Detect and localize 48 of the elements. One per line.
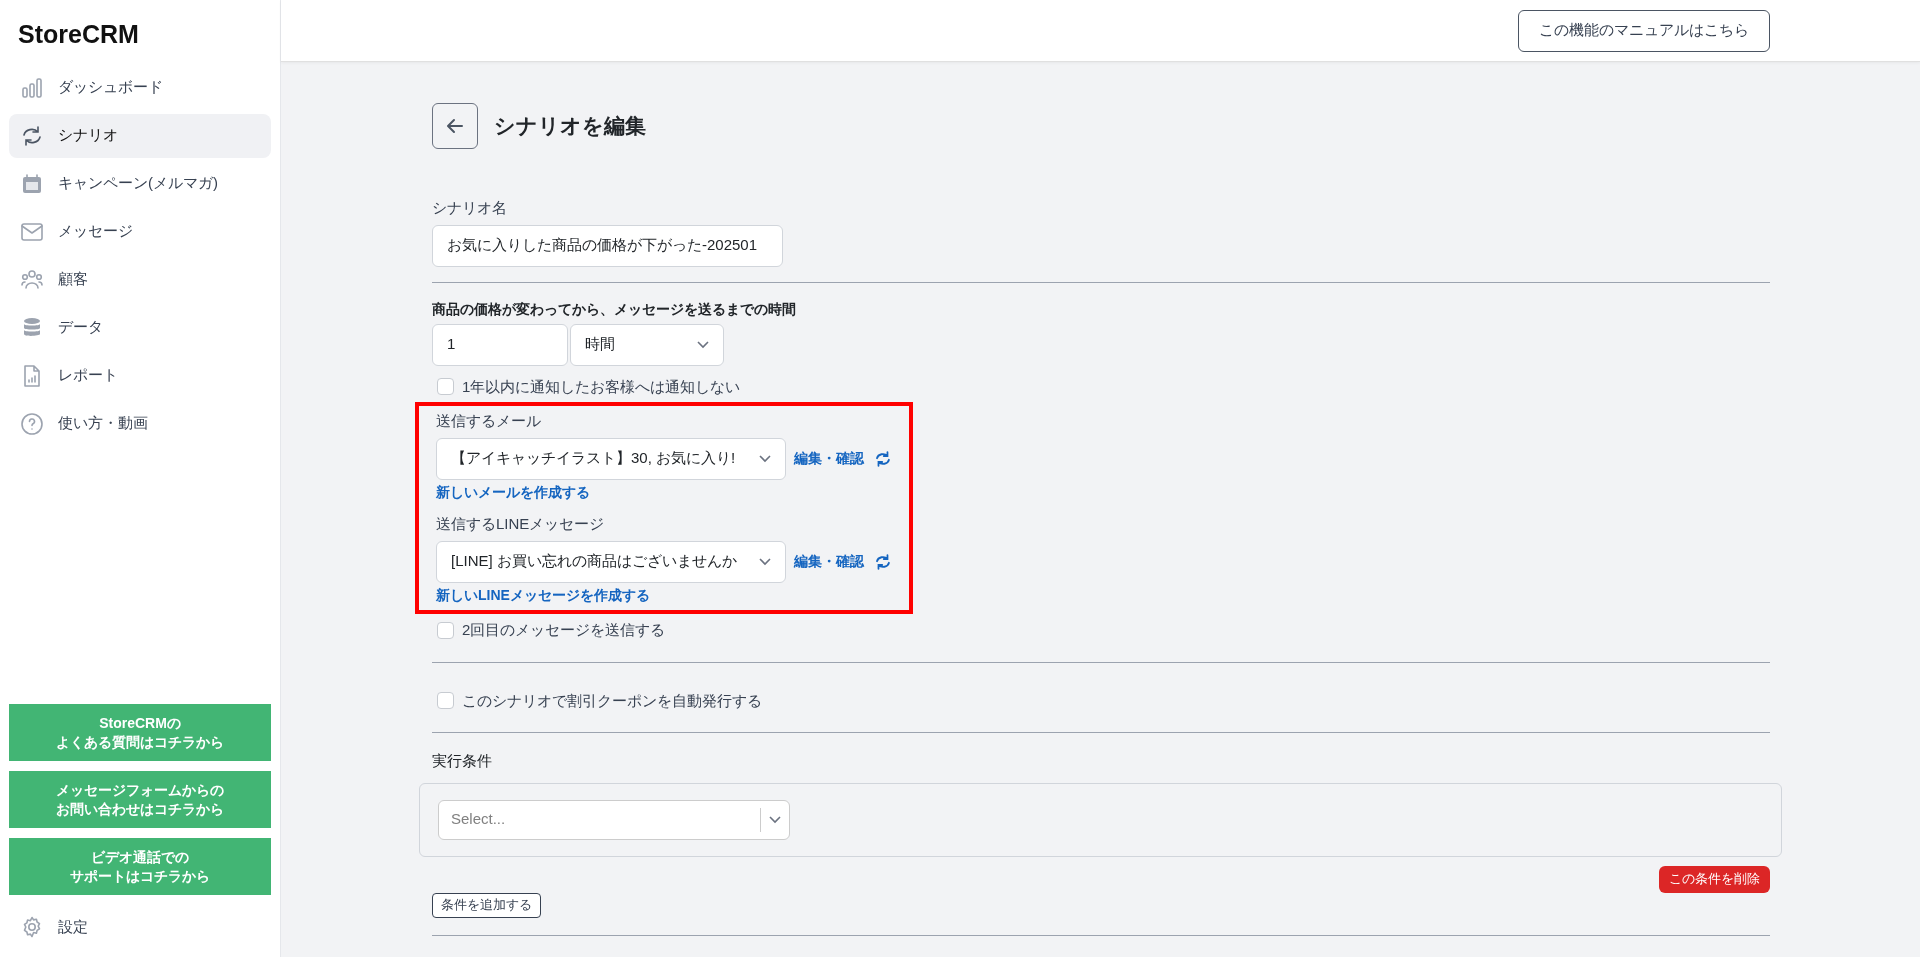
back-arrow-icon — [445, 116, 465, 136]
nav-item[interactable]: キャンペーン(メルマガ) — [9, 161, 271, 206]
page-title: シナリオを編集 — [494, 113, 646, 139]
manual-button[interactable]: この機能のマニュアルはこちら — [1518, 9, 1770, 52]
scenario-name-field[interactable]: お気に入りした商品の価格が下がった-202501 — [432, 224, 783, 267]
field-label: 送信するLINEメッセージ — [436, 514, 606, 534]
create-link[interactable]: 新しいメールを作成する — [436, 481, 590, 503]
nav-item[interactable]: シナリオ — [9, 113, 271, 158]
checkbox-label: このシナリオで割引クーポンを自動発行する — [462, 690, 762, 711]
checkbox[interactable] — [437, 692, 454, 710]
bar-chart-icon — [20, 75, 44, 100]
help-icon — [20, 411, 44, 436]
nav-item[interactable]: 使い方・動画 — [9, 401, 271, 446]
edit-link[interactable]: 編集・確認 — [794, 448, 865, 469]
section-label: 実行条件 — [432, 751, 493, 771]
back-button[interactable] — [432, 103, 478, 149]
nav-item[interactable]: メッセージ — [9, 209, 271, 254]
edit-link[interactable]: 編集・確認 — [794, 551, 865, 572]
refresh-icon — [20, 123, 44, 148]
chevron-down-icon — [697, 340, 709, 349]
field-label: 送信するメール — [436, 411, 542, 431]
checkbox[interactable] — [437, 378, 454, 396]
chevron-down-icon — [769, 815, 781, 824]
people-icon — [20, 267, 44, 292]
nav-item[interactable]: データ — [9, 305, 271, 350]
condition-select[interactable]: Select... — [438, 799, 790, 840]
delete-condition-button[interactable]: この条件を削除 — [1659, 865, 1770, 893]
message-select[interactable]: [LINE] お買い忘れの商品はございませんか — [436, 540, 787, 583]
chevron-down-icon — [759, 557, 772, 566]
amount-field[interactable]: 1 — [432, 323, 568, 366]
refresh-icon[interactable] — [874, 449, 892, 468]
chevron-down-icon — [759, 454, 772, 463]
field-label: シナリオ名 — [432, 198, 508, 218]
calendar-icon — [20, 171, 44, 196]
refresh-icon[interactable] — [874, 552, 892, 571]
create-link[interactable]: 新しいLINEメッセージを作成する — [436, 584, 650, 606]
message-select[interactable]: 【アイキャッチイラスト】30, お気に入り! — [436, 437, 787, 480]
nav-item[interactable]: ダッシュボード — [9, 65, 271, 110]
brand-logo: StoreCRM — [17, 19, 140, 50]
settings-link[interactable]: 設定 — [9, 905, 271, 949]
checkbox-label: 2回目のメッセージを送信する — [462, 620, 666, 640]
checkbox[interactable] — [437, 621, 454, 639]
unit-select[interactable]: 時間 — [570, 323, 724, 366]
nav-item[interactable]: レポート — [9, 353, 271, 398]
nav-item[interactable]: 顧客 — [9, 257, 271, 302]
add-condition-button[interactable]: 条件を追加する — [432, 892, 541, 918]
checkbox-label: 1年以内に通知したお客様へは通知しない — [462, 376, 741, 397]
field-label: 商品の価格が変わってから、メッセージを送るまでの時間 — [432, 299, 797, 319]
